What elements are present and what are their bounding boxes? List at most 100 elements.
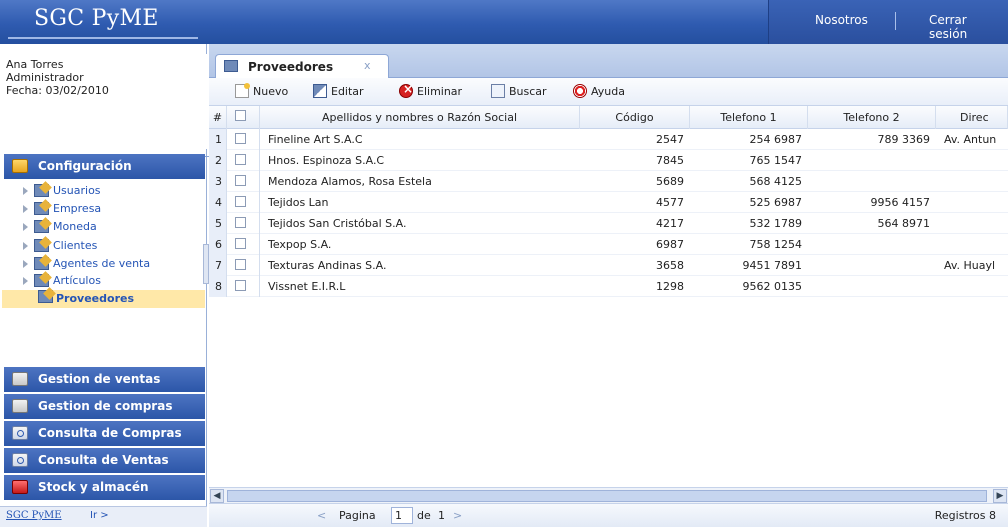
- supplier-tel1: 765 1547: [749, 154, 803, 167]
- row-checkbox[interactable]: [235, 259, 246, 270]
- footer-brand-link[interactable]: SGC PyME: [6, 510, 62, 521]
- row-select: [227, 129, 260, 150]
- col-header-address[interactable]: Direc: [936, 106, 1008, 129]
- select-all-checkbox[interactable]: [235, 110, 246, 121]
- col-header-tel2[interactable]: Telefono 2: [808, 106, 936, 129]
- supplier-code: 3658: [656, 259, 684, 272]
- col-header-tel1[interactable]: Telefono 1: [690, 106, 808, 129]
- supplier-tel2: [808, 150, 936, 171]
- supplier-name: Texturas Andinas S.A.: [268, 259, 387, 272]
- expand-arrow-icon[interactable]: [23, 187, 28, 195]
- footer-go-link[interactable]: Ir >: [90, 510, 109, 521]
- supplier-address: [936, 150, 1008, 171]
- expand-arrow-icon[interactable]: [23, 260, 28, 268]
- row-checkbox[interactable]: [235, 175, 246, 186]
- page-total: 1: [438, 509, 445, 522]
- expand-arrow-icon[interactable]: [23, 242, 28, 250]
- new-button-label: Nuevo: [253, 85, 289, 98]
- col-header-name[interactable]: Apellidos y nombres o Razón Social: [260, 106, 580, 129]
- edit-doc-icon: [224, 60, 238, 72]
- table-row[interactable]: 2 Hnos. Espinoza S.A.C 7845 765 1547: [209, 150, 1008, 171]
- tree-item-label: Agentes de venta: [53, 257, 151, 270]
- search-icon: [491, 84, 505, 98]
- tab-label: Proveedores: [248, 60, 334, 74]
- sidebar-footer: SGC PyME Ir >: [0, 506, 207, 527]
- folder-grey-icon: [12, 399, 28, 413]
- config-section-header[interactable]: Configuración: [4, 154, 205, 179]
- supplier-code: 2547: [656, 133, 684, 146]
- section-consulta-ventas[interactable]: Consulta de Ventas: [4, 448, 205, 473]
- edit-doc-icon: [34, 184, 49, 197]
- prev-page-button[interactable]: <: [317, 509, 326, 522]
- row-select: [227, 171, 260, 192]
- sidebar: Ana Torres Administrador Fecha: 03/02/20…: [0, 44, 213, 527]
- scroll-right-button[interactable]: ▶: [993, 489, 1007, 503]
- row-checkbox[interactable]: [235, 280, 246, 291]
- table-row[interactable]: 7 Texturas Andinas S.A. 3658 9451 7891 Av. H…: [209, 255, 1008, 276]
- tree-item-label: Artículos: [53, 274, 101, 287]
- supplier-address: [936, 276, 1008, 297]
- search-button-label: Buscar: [509, 85, 547, 98]
- edit-doc-icon: [38, 290, 53, 303]
- scroll-left-button[interactable]: ◀: [210, 489, 224, 503]
- table-row[interactable]: 1 Fineline Art S.A.C 2547 254 6987 789 3369 A…: [209, 129, 1008, 150]
- row-select: [227, 150, 260, 171]
- section-label: Consulta de Compras: [38, 426, 182, 440]
- tree-item-label: Clientes: [53, 239, 98, 252]
- next-page-button[interactable]: >: [453, 509, 462, 522]
- row-number: 1: [209, 129, 227, 150]
- toolbar: Nuevo Editar Eliminar Buscar Ayuda: [209, 78, 1008, 106]
- row-checkbox[interactable]: [235, 217, 246, 228]
- delete-icon: [399, 82, 413, 98]
- main-panel: Proveedores x Nuevo Editar Eliminar Busc…: [209, 44, 1008, 527]
- horizontal-scrollbar[interactable]: ◀ ▶: [209, 487, 1008, 503]
- section-gestion-ventas[interactable]: Gestion de ventas: [4, 367, 205, 392]
- supplier-tel2: 9956 4157: [870, 196, 931, 209]
- supplier-tel1: 9562 0135: [742, 280, 803, 293]
- edit-doc-icon: [34, 257, 49, 270]
- supplier-name: Mendoza Alamos, Rosa Estela: [268, 175, 432, 188]
- scroll-thumb[interactable]: [227, 490, 987, 502]
- nav-separator: [895, 12, 896, 30]
- expand-arrow-icon[interactable]: [23, 277, 28, 285]
- section-gestion-compras[interactable]: Gestion de compras: [4, 394, 205, 419]
- table-row[interactable]: 6 Texpop S.A. 6987 758 1254: [209, 234, 1008, 255]
- section-stock-almacen[interactable]: Stock y almacén: [4, 475, 205, 500]
- section-consulta-compras[interactable]: Consulta de Compras: [4, 421, 205, 446]
- supplier-code: 1298: [656, 280, 684, 293]
- table-row[interactable]: 4 Tejidos Lan 4577 525 6987 9956 4157: [209, 192, 1008, 213]
- logout-link[interactable]: Cerrar sesión: [929, 13, 1008, 41]
- supplier-name: Vissnet E.I.R.L: [268, 280, 346, 293]
- col-header-select: [227, 106, 260, 129]
- supplier-tel1: 254 6987: [749, 133, 803, 146]
- new-document-icon: [235, 83, 250, 98]
- table-row[interactable]: 5 Tejidos San Cristóbal S.A. 4217 532 1789 5…: [209, 213, 1008, 234]
- supplier-tel1: 568 4125: [749, 175, 803, 188]
- row-checkbox[interactable]: [235, 154, 246, 165]
- user-role: Administrador: [6, 71, 84, 84]
- row-checkbox[interactable]: [235, 238, 246, 249]
- table-row[interactable]: 3 Mendoza Alamos, Rosa Estela 5689 568 4125: [209, 171, 1008, 192]
- expand-arrow-icon[interactable]: [23, 223, 28, 231]
- supplier-code: 4577: [656, 196, 684, 209]
- edit-doc-icon: [34, 220, 49, 233]
- supplier-address: [936, 213, 1008, 234]
- tree-item-proveedores[interactable]: Proveedores: [2, 290, 205, 308]
- tree-item-label: Moneda: [53, 220, 97, 233]
- supplier-tel2: [808, 255, 936, 276]
- row-checkbox[interactable]: [235, 133, 246, 144]
- expand-arrow-icon[interactable]: [23, 205, 28, 213]
- tree-item-label: Proveedores: [56, 292, 134, 305]
- close-icon[interactable]: x: [364, 59, 371, 72]
- help-button-label: Ayuda: [591, 85, 625, 98]
- row-checkbox[interactable]: [235, 196, 246, 207]
- current-date: Fecha: 03/02/2010: [6, 84, 109, 97]
- supplier-tel2: 564 8971: [877, 217, 931, 230]
- tab-proveedores[interactable]: Proveedores x: [215, 54, 389, 78]
- search-icon: [12, 453, 28, 467]
- page-label: Pagina: [339, 509, 376, 522]
- page-number-input[interactable]: 1: [391, 507, 413, 524]
- table-row[interactable]: 8 Vissnet E.I.R.L 1298 9562 0135: [209, 276, 1008, 297]
- col-header-code[interactable]: Código: [580, 106, 690, 129]
- nav-about-link[interactable]: Nosotros: [815, 13, 868, 27]
